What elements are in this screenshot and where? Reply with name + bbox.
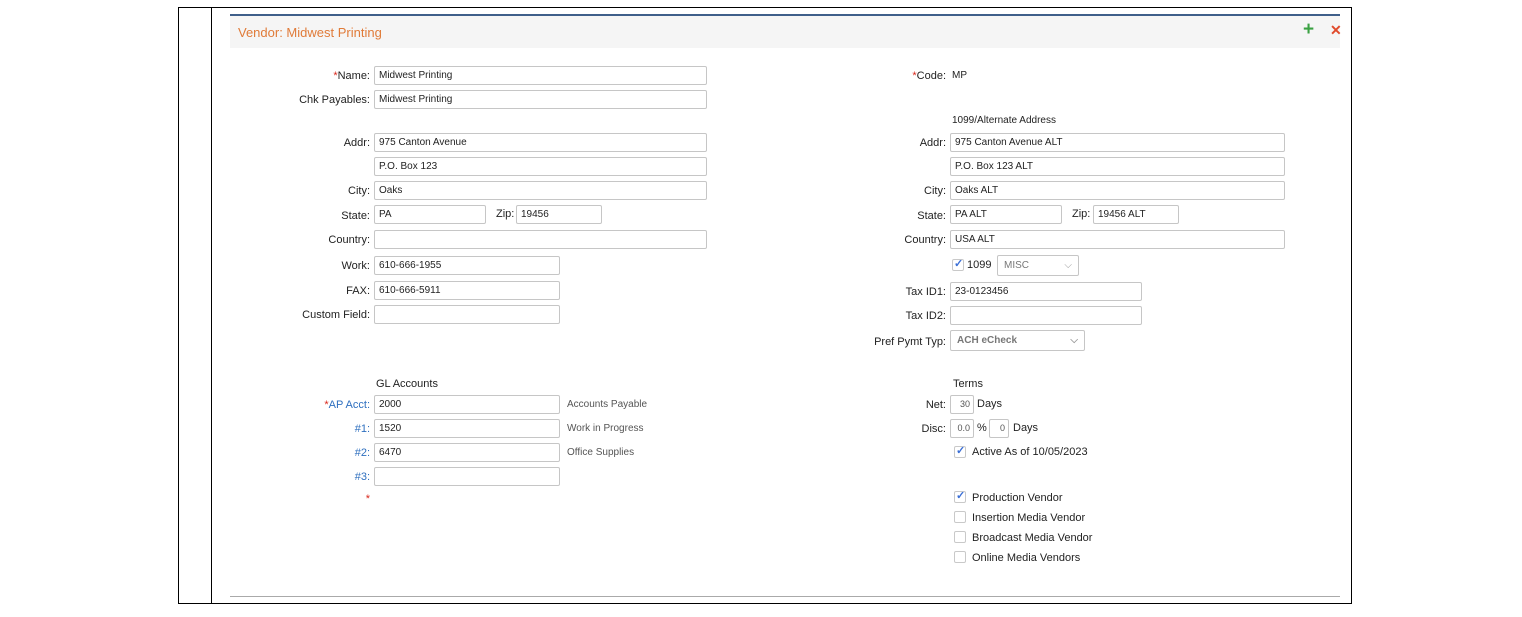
alt-city-field[interactable]: Oaks ALT — [950, 181, 1285, 200]
gl1-label[interactable]: #1: — [190, 422, 370, 436]
taxid1-label: Tax ID1: — [905, 286, 946, 298]
city-field[interactable]: Oaks — [374, 181, 707, 200]
alt-country-field[interactable]: USA ALT — [950, 230, 1285, 249]
required-mark: * — [365, 493, 370, 505]
vendor-panel: Vendor: Midwest Printing + ✕ *Name: Midw… — [230, 14, 1342, 597]
zip-field[interactable]: 19456 — [516, 205, 602, 224]
net-label: Net: — [925, 399, 946, 411]
pref-pymt-value: ACH eCheck — [957, 335, 1018, 346]
vendor-type-label-online: Online Media Vendors — [972, 552, 1081, 564]
chk-payables-field[interactable]: Midwest Printing — [374, 90, 707, 109]
custom-field-label: Custom Field: — [302, 309, 370, 321]
country-field[interactable] — [374, 230, 707, 249]
name-label: *Name: — [333, 70, 370, 82]
vendor-type-label-broadcast: Broadcast Media Vendor — [972, 532, 1093, 544]
gl3-field[interactable] — [374, 467, 560, 486]
name-field[interactable]: Midwest Printing — [374, 66, 707, 85]
disc-days-unit: Days — [1013, 422, 1039, 434]
pref-pymt-label: Pref Pymt Typ: — [874, 336, 946, 348]
vendor-type-label-production: Production Vendor — [972, 492, 1063, 504]
vendor-type-checkbox-online[interactable] — [954, 551, 966, 563]
alt-zip-label: Zip: — [1072, 208, 1091, 220]
addr2-field[interactable]: P.O. Box 123 — [374, 157, 707, 176]
gl-accounts-heading: GL Accounts — [376, 378, 438, 390]
active-label: Active As of 10/05/2023 — [972, 446, 1088, 458]
net-days-unit: Days — [977, 398, 1003, 410]
active-checkbox[interactable] — [954, 444, 966, 458]
addr-label: Addr: — [343, 137, 370, 149]
chevron-down-icon: ⌵ — [1064, 260, 1072, 271]
vendor-title: Vendor: Midwest Printing — [238, 25, 382, 40]
addr1-field[interactable]: 975 Canton Avenue — [374, 133, 707, 152]
fax-field[interactable]: 610-666-5911 — [374, 281, 560, 300]
form1099-type-value: MISC — [1004, 260, 1029, 271]
alt-country-label: Country: — [904, 234, 946, 246]
gl3-label[interactable]: #3: — [190, 470, 370, 484]
alt-addr2-field[interactable]: P.O. Box 123 ALT — [950, 157, 1285, 176]
taxid1-field[interactable]: 23-0123456 — [950, 282, 1142, 301]
state-label: State: — [341, 210, 370, 222]
vendor-type-checkbox-insertion[interactable] — [954, 511, 966, 523]
custom-field[interactable] — [374, 305, 560, 324]
state-field[interactable]: PA — [374, 205, 486, 224]
panel-header: Vendor: Midwest Printing + ✕ — [230, 16, 1342, 48]
gl2-field[interactable]: 6470 — [374, 443, 560, 462]
form1099-label: 1099 — [967, 259, 992, 271]
ap-acct-desc: Accounts Payable — [567, 399, 648, 410]
work-label: Work: — [341, 260, 370, 272]
net-days-field[interactable]: 30 — [950, 395, 974, 414]
taxid2-field[interactable] — [950, 306, 1142, 325]
code-value: MP — [952, 70, 967, 81]
vendor-type-label-insertion: Insertion Media Vendor — [972, 512, 1086, 524]
vendor-type-checkbox-broadcast[interactable] — [954, 531, 966, 543]
fax-label: FAX: — [346, 285, 370, 297]
vendor-type-checkbox-production[interactable] — [954, 489, 966, 503]
alt-addr1-field[interactable]: 975 Canton Avenue ALT — [950, 133, 1285, 152]
close-icon[interactable]: ✕ — [1330, 22, 1342, 39]
alt-state-label: State: — [917, 210, 946, 222]
ap-acct-field[interactable]: 2000 — [374, 395, 560, 414]
gl2-label[interactable]: #2: — [190, 446, 370, 460]
panel-bottom-border — [230, 596, 1340, 597]
pref-pymt-select[interactable]: ACH eCheck ⌵ — [950, 330, 1085, 351]
form1099-type-select[interactable]: MISC ⌵ — [997, 255, 1079, 276]
disc-label: Disc: — [921, 423, 946, 435]
terms-heading: Terms — [953, 378, 983, 390]
taxid2-label: Tax ID2: — [905, 310, 946, 322]
alt-state-field[interactable]: PA ALT — [950, 205, 1062, 224]
pct-sign: % — [977, 422, 987, 434]
code-label: *Code: — [912, 70, 946, 82]
gl2-desc: Office Supplies — [567, 447, 635, 458]
chk-payables-label: Chk Payables: — [299, 94, 370, 106]
country-label: Country: — [328, 234, 370, 246]
disc-days-field[interactable]: 0 — [989, 419, 1009, 438]
plus-icon[interactable]: + — [1303, 19, 1314, 41]
gl1-field[interactable]: 1520 — [374, 419, 560, 438]
chevron-down-icon: ⌵ — [1070, 335, 1078, 346]
disc-pct-field[interactable]: 0.0 — [950, 419, 974, 438]
form1099-checkbox[interactable] — [952, 257, 964, 271]
ap-acct-label: *AP Acct: — [324, 399, 370, 411]
city-label: City: — [348, 185, 370, 197]
alt-zip-field[interactable]: 19456 ALT — [1093, 205, 1179, 224]
gl1-desc: Work in Progress — [567, 423, 644, 434]
alt-addr-label: Addr: — [919, 137, 946, 149]
zip-label: Zip: — [496, 208, 515, 220]
alt-city-label: City: — [924, 185, 946, 197]
work-phone-field[interactable]: 610-666-1955 — [374, 256, 560, 275]
alt-address-heading: 1099/Alternate Address — [952, 115, 1056, 126]
